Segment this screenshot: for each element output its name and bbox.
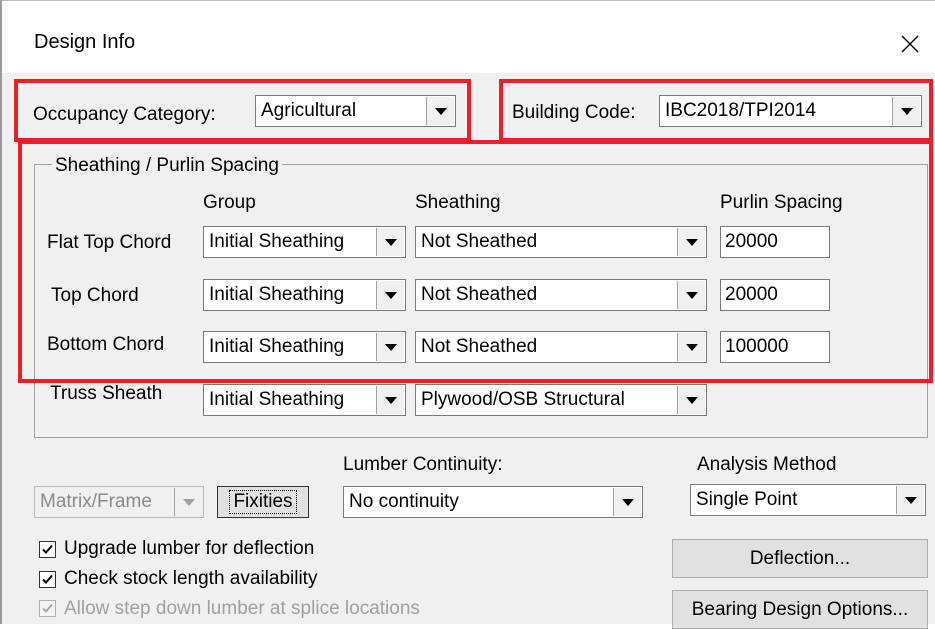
flat-top-chord-purlin-input[interactable]: 20000 bbox=[720, 226, 830, 258]
upgrade-lumber-label: Upgrade lumber for deflection bbox=[64, 538, 315, 559]
purlin-spacing-column-header: Purlin Spacing bbox=[720, 192, 843, 213]
flat-top-chord-group-select[interactable]: Initial Sheathing bbox=[203, 226, 406, 258]
truss-sheath-sheathing-select[interactable]: Plywood/OSB Structural bbox=[415, 384, 707, 416]
deflection-button[interactable]: Deflection... bbox=[672, 539, 928, 578]
top-chord-group-value: Initial Sheathing bbox=[209, 284, 345, 305]
fixities-button[interactable]: Fixities bbox=[217, 486, 309, 518]
check-stock-checkbox[interactable] bbox=[39, 571, 56, 588]
dropdown-arrow-icon bbox=[677, 333, 705, 361]
lumber-continuity-select[interactable]: No continuity bbox=[343, 486, 643, 518]
flat-top-chord-sheathing-select[interactable]: Not Sheathed bbox=[415, 226, 707, 258]
dropdown-arrow-icon bbox=[613, 488, 641, 516]
dropdown-arrow-icon bbox=[426, 97, 454, 125]
flat-top-chord-group-value: Initial Sheathing bbox=[209, 231, 345, 252]
top-chord-label: Top Chord bbox=[51, 285, 139, 306]
bottom-chord-purlin-input[interactable]: 100000 bbox=[720, 331, 830, 363]
step-down-checkbox[interactable] bbox=[39, 600, 56, 617]
dropdown-arrow-icon bbox=[677, 386, 705, 414]
top-chord-sheathing-select[interactable]: Not Sheathed bbox=[415, 279, 707, 311]
occupancy-category-select[interactable]: Agricultural bbox=[255, 95, 456, 127]
bearing-design-options-label: Bearing Design Options... bbox=[691, 598, 909, 620]
dropdown-arrow-icon bbox=[892, 97, 920, 125]
bottom-chord-purlin-value: 100000 bbox=[725, 336, 789, 357]
sheathing-column-header: Sheathing bbox=[415, 192, 501, 213]
title-bar bbox=[2, 1, 935, 73]
bottom-chord-group-select[interactable]: Initial Sheathing bbox=[203, 331, 406, 363]
flat-top-chord-label: Flat Top Chord bbox=[47, 232, 172, 253]
bottom-chord-sheathing-select[interactable]: Not Sheathed bbox=[415, 331, 707, 363]
dropdown-arrow-icon bbox=[896, 486, 924, 514]
dropdown-arrow-icon bbox=[376, 333, 404, 361]
lumber-continuity-label: Lumber Continuity: bbox=[343, 454, 503, 475]
dropdown-arrow-icon bbox=[677, 281, 705, 309]
sheathing-purlin-group-title: Sheathing / Purlin Spacing bbox=[52, 155, 282, 177]
occupancy-category-label: Occupancy Category: bbox=[33, 104, 216, 125]
truss-sheath-label: Truss Sheath bbox=[50, 383, 163, 404]
matrix-frame-value: Matrix/Frame bbox=[40, 491, 152, 512]
close-button[interactable] bbox=[890, 24, 930, 64]
dropdown-arrow-icon bbox=[677, 228, 705, 256]
top-chord-purlin-value: 20000 bbox=[725, 284, 778, 305]
top-chord-purlin-input[interactable]: 20000 bbox=[720, 279, 830, 311]
analysis-method-label: Analysis Method bbox=[697, 454, 837, 475]
truss-sheath-group-select[interactable]: Initial Sheathing bbox=[203, 384, 406, 416]
checkmark-icon bbox=[42, 544, 53, 554]
analysis-method-value: Single Point bbox=[696, 489, 798, 510]
dropdown-arrow-icon bbox=[376, 281, 404, 309]
bottom-chord-sheathing-value: Not Sheathed bbox=[421, 336, 538, 357]
bottom-chord-group-value: Initial Sheathing bbox=[209, 336, 345, 357]
flat-top-chord-purlin-value: 20000 bbox=[725, 231, 778, 252]
occupancy-category-value: Agricultural bbox=[261, 100, 357, 121]
truss-sheath-sheathing-value: Plywood/OSB Structural bbox=[421, 389, 625, 410]
building-code-label: Building Code: bbox=[512, 102, 636, 123]
truss-sheath-group-value: Initial Sheathing bbox=[209, 389, 345, 410]
lumber-continuity-value: No continuity bbox=[349, 491, 459, 512]
deflection-button-label: Deflection... bbox=[749, 547, 851, 569]
check-stock-label: Check stock length availability bbox=[64, 568, 318, 589]
dropdown-arrow-icon bbox=[174, 488, 202, 516]
checkmark-icon bbox=[42, 574, 53, 584]
step-down-label: Allow step down lumber at splice locatio… bbox=[64, 598, 420, 619]
analysis-method-select[interactable]: Single Point bbox=[690, 484, 926, 516]
upgrade-lumber-checkbox[interactable] bbox=[39, 541, 56, 558]
fixities-button-label: Fixities bbox=[229, 490, 297, 514]
building-code-select[interactable]: IBC2018/TPI2014 bbox=[659, 95, 922, 127]
dialog-title: Design Info bbox=[34, 31, 136, 53]
building-code-value: IBC2018/TPI2014 bbox=[665, 100, 817, 121]
close-icon bbox=[901, 35, 919, 53]
matrix-frame-select[interactable]: Matrix/Frame bbox=[34, 486, 204, 518]
top-chord-sheathing-value: Not Sheathed bbox=[421, 284, 538, 305]
bearing-design-options-button[interactable]: Bearing Design Options... bbox=[672, 590, 928, 629]
dropdown-arrow-icon bbox=[376, 386, 404, 414]
top-chord-group-select[interactable]: Initial Sheathing bbox=[203, 279, 406, 311]
flat-top-chord-sheathing-value: Not Sheathed bbox=[421, 231, 538, 252]
bottom-chord-label: Bottom Chord bbox=[47, 334, 165, 355]
checkmark-icon bbox=[42, 603, 53, 613]
group-column-header: Group bbox=[203, 192, 256, 213]
dropdown-arrow-icon bbox=[376, 228, 404, 256]
